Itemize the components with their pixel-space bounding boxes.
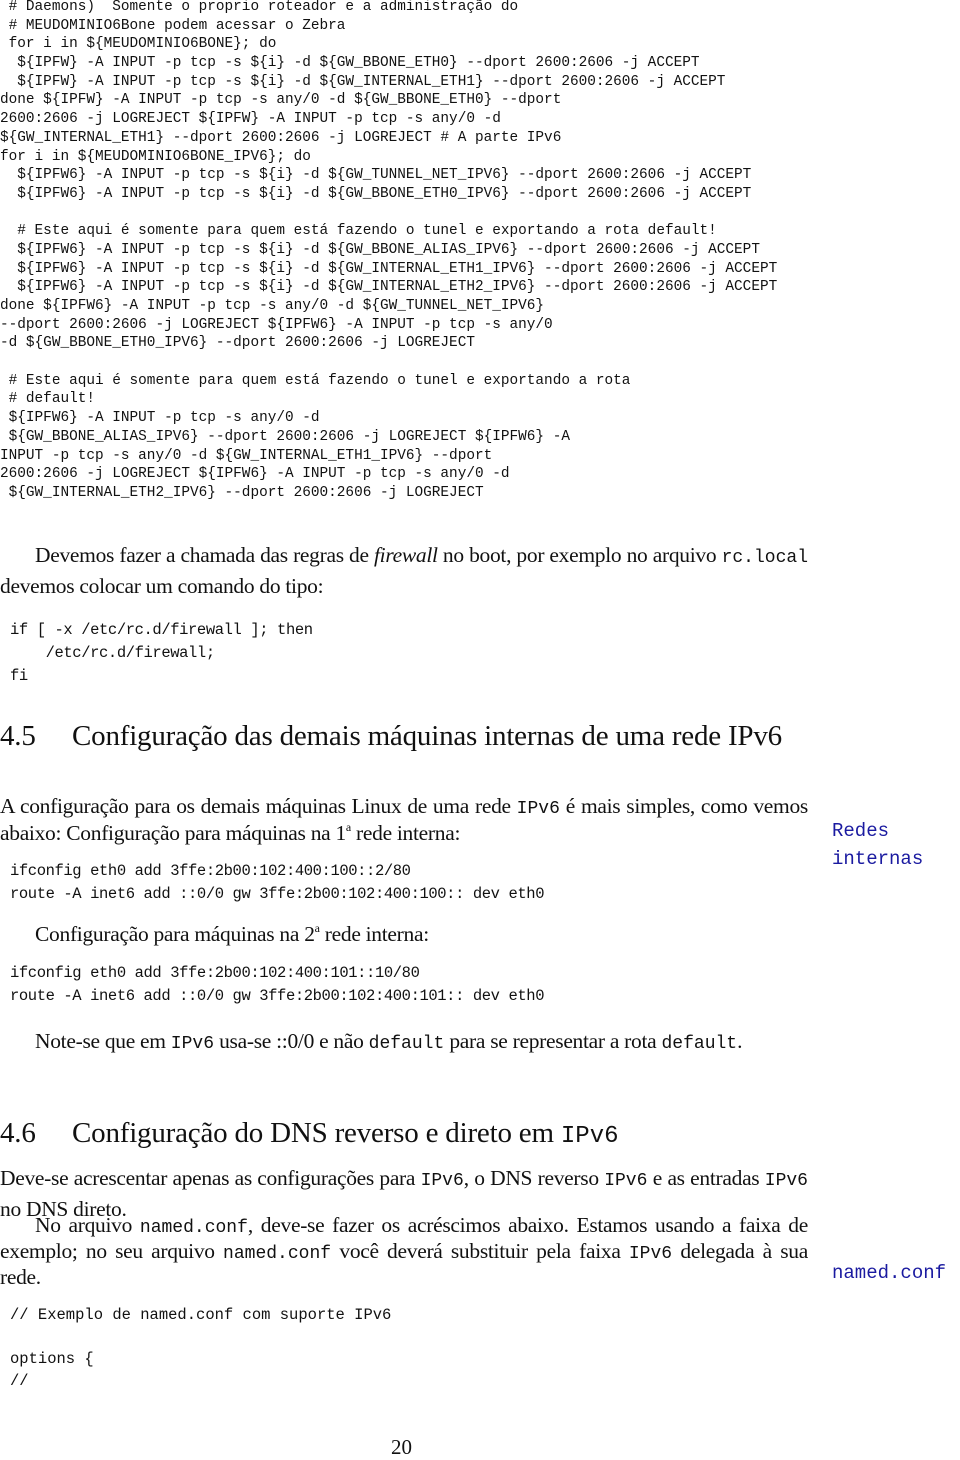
section-number: 4.5 <box>0 720 36 752</box>
page-number: 20 <box>391 1435 412 1459</box>
code-line: ${IPFW6} -A INPUT -p tcp -s ${i} -d ${GW… <box>0 167 752 184</box>
text: você deverá substituir pela faixa <box>331 1239 629 1263</box>
text: usa-se ::0/0 e não <box>214 1029 369 1053</box>
code-line: 2600:2606 -j LOGREJECT ${IPFW} -A INPUT … <box>0 111 501 128</box>
code-line: ifconfig eth0 add 3ffe:2b00:102:400:100:… <box>10 862 411 880</box>
code-line: /etc/rc.d/firewall; <box>10 644 216 662</box>
code-line: ${IPFW6} -A INPUT -p tcp -s any/0 -d <box>0 410 320 427</box>
text: Deve-se acrescentar apenas as configuraç… <box>0 1166 421 1190</box>
section-title: Configuração do DNS reverso e direto em … <box>72 1116 820 1154</box>
title-code: IPv6 <box>560 1123 619 1150</box>
code-line: // Exemplo de named.conf com suporte IPv… <box>10 1306 392 1324</box>
paragraph-4-5: A configuração para os demais máquinas L… <box>0 794 808 845</box>
code-line: ${IPFW6} -A INPUT -p tcp -s ${i} -d ${GW… <box>0 241 760 258</box>
title-text: Configuração do DNS reverso e direto em <box>72 1117 561 1149</box>
paragraph-second-network: Configuração para máquinas na 2a rede in… <box>0 920 808 948</box>
paragraph-firewall-boot: Devemos fazer a chamada das regras de fi… <box>0 541 808 600</box>
section-heading-4-6: 4.6 Configuração do DNS reverso e direto… <box>0 1116 820 1154</box>
code-line: route -A inet6 add ::0/0 gw 3ffe:2b00:10… <box>10 885 545 903</box>
inline-code: named.conf <box>139 1218 248 1238</box>
section-heading-4-5: 4.5 Configuração das demais máquinas int… <box>0 719 820 753</box>
code-line: ${IPFW} -A INPUT -p tcp -s ${i} -d ${GW_… <box>0 73 726 90</box>
code-line: options { <box>10 1350 94 1368</box>
text: Configuração para máquinas na 2 <box>35 922 315 946</box>
text: no boot, por exemplo no arquivo <box>437 543 722 567</box>
text: para se representar a rota <box>444 1029 662 1053</box>
inline-code: IPv6 <box>628 1244 673 1264</box>
margin-note-redes-internas: Redes internas <box>832 820 924 870</box>
second-network-code-block: ifconfig eth0 add 3ffe:2b00:102:400:101:… <box>10 962 544 1008</box>
code-line: ${GW_INTERNAL_ETH1} --dport 2600:2606 -j… <box>0 129 562 146</box>
code-line: done ${IPFW} -A INPUT -p tcp -s any/0 -d… <box>0 92 562 109</box>
text: A configuração para os demais máquinas L… <box>0 794 517 818</box>
paragraph-note-default-route: Note-se que em IPv6 usa-se ::0/0 e não d… <box>0 1027 808 1058</box>
code-line: ${IPFW6} -A INPUT -p tcp -s ${i} -d ${GW… <box>0 279 778 296</box>
italic-term: firewall <box>373 543 438 567</box>
code-line: ${GW_INTERNAL_ETH2_IPV6} --dport 2600:26… <box>0 484 484 501</box>
section-number: 4.6 <box>0 1117 36 1149</box>
code-line: for i in ${MEUDOMINIO6BONE}; do <box>0 36 277 53</box>
text: , o DNS reverso <box>463 1166 605 1190</box>
code-line: fi <box>10 667 28 685</box>
inline-code: default <box>661 1034 738 1054</box>
inline-code: rc.local <box>721 548 808 568</box>
text: rede interna: <box>319 922 429 946</box>
code-line: # default! <box>0 391 95 408</box>
text: No arquivo <box>35 1213 140 1237</box>
inline-code: IPv6 <box>516 799 560 819</box>
inline-code: IPv6 <box>604 1171 648 1191</box>
code-line: if [ -x /etc/rc.d/firewall ]; then <box>10 621 313 639</box>
section-title: Configuração das demais máquinas interna… <box>72 720 782 752</box>
code-line: ${IPFW} -A INPUT -p tcp -s ${i} -d ${GW_… <box>0 55 700 72</box>
named-conf-code-block: // Exemplo de named.conf com suporte IPv… <box>10 1304 391 1392</box>
inline-code: IPv6 <box>764 1171 808 1191</box>
code-line: INPUT -p tcp -s any/0 -d ${GW_INTERNAL_E… <box>0 447 493 464</box>
inline-code: named.conf <box>223 1244 332 1264</box>
code-line: done ${IPFW6} -A INPUT -p tcp -s any/0 -… <box>0 298 545 314</box>
code-line: route -A inet6 add ::0/0 gw 3ffe:2b00:10… <box>10 987 545 1005</box>
text: e as entradas <box>647 1166 765 1190</box>
code-line: 2600:2606 -j LOGREJECT ${IPFW6} -A INPUT… <box>0 466 510 483</box>
inline-code: IPv6 <box>170 1034 215 1054</box>
text: Note-se que em <box>35 1029 171 1053</box>
code-line: # Daemons) Somente o proprio roteador e … <box>0 0 519 15</box>
text: devemos colocar um comando do tipo: <box>0 574 324 598</box>
code-line: # MEUDOMINIO6Bone podem acessar o Zebra <box>0 17 346 34</box>
text: . <box>737 1029 743 1053</box>
code-line: ${IPFW6} -A INPUT -p tcp -s ${i} -d ${GW… <box>0 260 778 277</box>
first-network-code-block: ifconfig eth0 add 3ffe:2b00:102:400:100:… <box>10 860 544 906</box>
code-line: for i in ${MEUDOMINIO6BONE_IPV6}; do <box>0 148 311 165</box>
text: Devemos fazer a chamada das regras de <box>35 543 374 567</box>
code-line: ${IPFW6} -A INPUT -p tcp -s ${i} -d ${GW… <box>0 185 752 202</box>
text: rede interna: <box>350 821 461 845</box>
inline-code: default <box>368 1034 445 1054</box>
code-line: -d ${GW_BBONE_ETH0_IPV6} --dport 2600:26… <box>0 335 475 352</box>
firewall-script-code-block: # Daemons) Somente o proprio roteador e … <box>0 0 777 503</box>
inline-code: IPv6 <box>420 1171 464 1191</box>
paragraph-4-6-b: No arquivo named.conf, deve-se fazer os … <box>0 1214 808 1289</box>
code-line: --dport 2600:2606 -j LOGREJECT ${IPFW6} … <box>0 316 553 333</box>
rc-local-code-block: if [ -x /etc/rc.d/firewall ]; then /etc/… <box>10 619 313 688</box>
code-line: # Este aqui é somente para quem está faz… <box>0 223 717 240</box>
code-line: # Este aqui é somente para quem está faz… <box>0 372 631 389</box>
code-line: ifconfig eth0 add 3ffe:2b00:102:400:101:… <box>10 964 420 982</box>
code-line: // <box>10 1372 29 1390</box>
code-line: ${GW_BBONE_ALIAS_IPV6} --dport 2600:2606… <box>0 428 570 445</box>
margin-note-named-conf: named.conf <box>832 1262 947 1284</box>
